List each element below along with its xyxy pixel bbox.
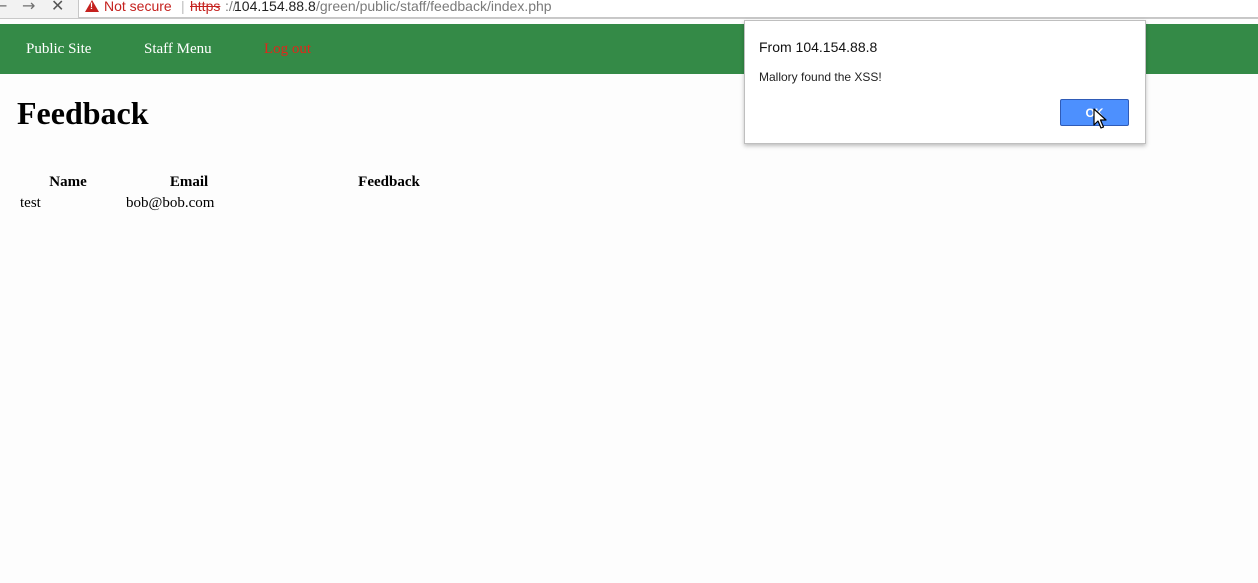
- table-row: test bob@bob.com: [17, 193, 519, 214]
- url-path: /green/public/staff/feedback/index.php: [316, 0, 552, 14]
- nav-link-public-site[interactable]: Public Site: [26, 41, 91, 58]
- column-header-feedback: Feedback: [358, 174, 420, 190]
- security-indicator[interactable]: Not secure: [104, 0, 172, 14]
- page-title: Feedback: [17, 95, 149, 131]
- address-separator: |: [181, 0, 185, 14]
- mouse-pointer-icon: [1093, 108, 1107, 129]
- stop-loading-icon[interactable]: ✕: [51, 0, 64, 15]
- url-scheme: https: [190, 0, 221, 14]
- forward-arrow-icon[interactable]: →: [22, 0, 35, 15]
- nav-link-staff-menu[interactable]: Staff Menu: [144, 41, 212, 58]
- table-header-row: Name Email Feedback: [17, 172, 519, 193]
- dialog-title: From 104.154.88.8: [759, 39, 878, 55]
- address-bar[interactable]: Not secure | https :// 104.154.88.8 /gre…: [78, 0, 1258, 18]
- url-host: 104.154.88.8: [234, 0, 316, 14]
- cell-feedback: [259, 193, 519, 214]
- back-arrow-icon[interactable]: ←: [0, 0, 7, 15]
- warning-icon: [85, 0, 99, 12]
- browser-toolbar: ← → ✕ Not secure | https :// 104.154.88.…: [0, 0, 1258, 19]
- feedback-table: Name Email Feedback test bob@bob.com: [17, 172, 519, 214]
- cell-email: bob@bob.com: [126, 195, 215, 211]
- column-header-email: Email: [169, 174, 209, 190]
- dialog-message: Mallory found the XSS!: [759, 70, 882, 84]
- nav-link-log-out[interactable]: Log out: [264, 41, 311, 58]
- alert-dialog: From 104.154.88.8 Mallory found the XSS!…: [744, 20, 1146, 144]
- column-header-name: Name: [49, 174, 87, 190]
- cell-name: test: [20, 195, 41, 211]
